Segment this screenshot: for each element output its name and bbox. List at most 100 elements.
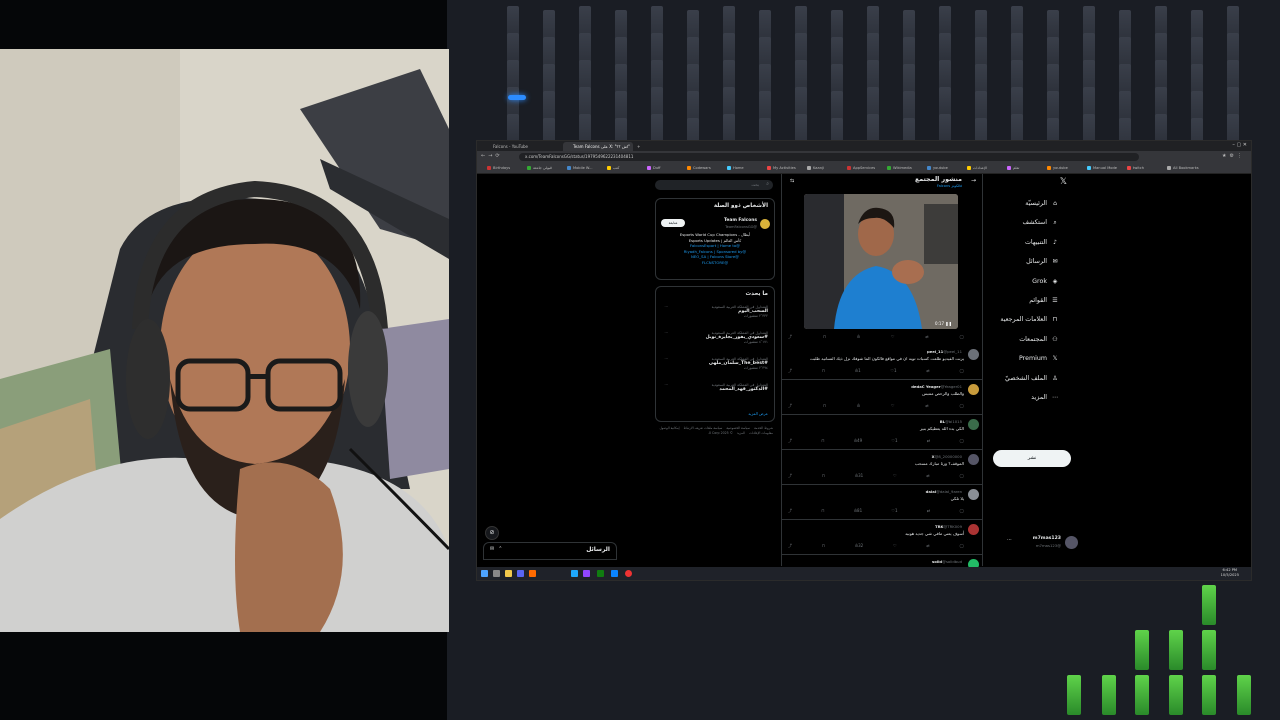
bookmark-item[interactable]: Wikimedia <box>887 164 912 172</box>
reply-item[interactable]: dedaC Yeager@Yeager01 والطلب والرحص متتبس… <box>782 379 982 415</box>
footer-link[interactable]: شروط الخدمة <box>754 426 773 430</box>
follow-button[interactable]: متابعة <box>661 219 685 227</box>
reply-avatar[interactable] <box>968 419 979 430</box>
reply-icon[interactable]: ◯ <box>959 334 963 340</box>
discord-icon[interactable] <box>517 570 524 577</box>
reply-avatar[interactable] <box>968 454 979 465</box>
edge-icon[interactable] <box>611 570 618 577</box>
filter-icon[interactable]: ⇆ <box>790 178 794 184</box>
nav-item[interactable]: ♙ الملف الشخصيّ <box>1005 375 1059 382</box>
trend-item[interactable]: المتداول في المملكة العربية السعودية السح… <box>664 305 768 318</box>
obs-icon[interactable] <box>625 570 632 577</box>
twitch-icon[interactable] <box>583 570 590 577</box>
trend-more-icon[interactable]: ⋯ <box>664 357 668 361</box>
show-more-link[interactable]: عرض المزيد <box>748 411 768 416</box>
nav-item[interactable]: ◈ Grok <box>1032 278 1059 285</box>
bookmark-item[interactable]: twitch <box>1127 164 1144 172</box>
like-icon[interactable]: ♡1 <box>891 508 897 514</box>
footer-link[interactable]: إمكانية الوصول <box>659 426 679 430</box>
reply-name[interactable]: TRK <box>935 524 943 529</box>
video-controls[interactable]: 0:17 ❚❚ <box>935 321 952 326</box>
views-icon[interactable]: ılı32 <box>855 543 863 549</box>
nav-item[interactable]: ⌕ استكشف <box>1022 219 1059 227</box>
bookmark-item[interactable]: Mobile W... <box>567 164 593 172</box>
post-video[interactable]: 0:17 ❚❚ <box>804 194 958 329</box>
reply-avatar[interactable] <box>968 384 979 395</box>
views-icon[interactable]: ılı <box>857 334 860 340</box>
reply-icon[interactable]: ◯ <box>959 403 963 409</box>
reply-name[interactable]: dalal <box>926 489 936 494</box>
clock[interactable]: 6:42 PM 10/5/2025 <box>1221 568 1239 578</box>
post-button[interactable]: نشر <box>993 450 1071 467</box>
bookmark-item[interactable]: تعلم <box>1007 164 1019 172</box>
reply-name[interactable]: peel_11 <box>927 349 943 354</box>
views-icon[interactable]: ılı49 <box>854 438 862 444</box>
trend-more-icon[interactable]: ⋯ <box>664 331 668 335</box>
like-icon[interactable]: ♡ <box>891 403 895 409</box>
reply-icon[interactable]: ◯ <box>959 508 963 514</box>
reply-icon[interactable]: ◯ <box>960 473 964 479</box>
tab-youtube[interactable]: Falcons - YouTube <box>483 142 563 151</box>
reply-item[interactable]: X@8_20000000 الموقف؟ ورثا مبارك مسحب ⤴ ⊓ ılı… <box>782 449 982 485</box>
reply-icon[interactable]: ◯ <box>960 368 964 374</box>
like-icon[interactable]: ♡1 <box>891 438 897 444</box>
reply-icon[interactable]: ◯ <box>959 438 963 444</box>
trend-item[interactable]: المتداول في المملكة العربية السعودية #الد… <box>664 383 768 392</box>
trend-more-icon[interactable]: ⋯ <box>664 305 668 309</box>
reply-item[interactable]: BL@bl1015 الكي بدء الله يعطيكم بنير ⤴ ⊓ ılı4… <box>782 414 982 450</box>
extension-icons[interactable]: ★⚙⋮ <box>1222 153 1245 159</box>
profile-avatar[interactable] <box>760 219 770 229</box>
share-icon[interactable]: ⤴ <box>788 543 792 549</box>
footer-link[interactable]: معلومات الإعلانات <box>749 431 773 435</box>
share-icon[interactable]: ⤴ <box>788 438 792 444</box>
start-icon[interactable] <box>481 570 488 577</box>
account-switcher[interactable]: m7mas123 @m7mas123 ⋯ <box>1007 534 1078 554</box>
nav-item[interactable]: ⋯ المزيد <box>1031 394 1059 401</box>
bookmark-action-icon[interactable]: ⊓ <box>821 508 824 514</box>
reply-item[interactable]: peel_11@peel_11 يرنت الفيديو طلعت كسبات ت… <box>782 344 982 380</box>
like-icon[interactable]: ♡1 <box>890 368 896 374</box>
bookmark-item[interactable]: youtube <box>1047 164 1068 172</box>
repost-icon[interactable]: ⇄ <box>926 473 929 479</box>
nav-item[interactable]: ☰ القوائم <box>1029 297 1059 304</box>
views-icon[interactable]: ılı31 <box>855 473 863 479</box>
nav-buttons[interactable]: ←→⟳ <box>481 153 503 159</box>
repost-icon[interactable]: ⇄ <box>927 438 930 444</box>
share-icon[interactable]: ⤴ <box>788 508 792 514</box>
bookmark-item[interactable]: Duff <box>647 164 661 172</box>
nav-item[interactable]: ⚇ المجتمعات <box>1019 336 1059 343</box>
bookmark-item[interactable]: Kaanji <box>807 164 824 172</box>
profile-name[interactable]: Team Falcons <box>724 218 757 223</box>
bookmark-item[interactable]: كتب <box>607 164 619 172</box>
repost-icon[interactable]: ⇄ <box>927 508 930 514</box>
like-icon[interactable]: ♡ <box>893 473 897 479</box>
bookmark-item[interactable]: All Bookmarks <box>1167 164 1199 172</box>
bookmark-item[interactable]: AppServices <box>847 164 875 172</box>
app-icon[interactable] <box>571 570 578 577</box>
bookmark-item[interactable]: الإعدادات <box>967 164 987 172</box>
nav-item[interactable]: ✉ الرسائل <box>1026 258 1059 265</box>
reply-name[interactable]: dedaC Yeager <box>911 384 940 389</box>
bookmark-item[interactable]: My Activities <box>767 164 796 172</box>
grok-float-icon[interactable]: ⊘ <box>485 526 499 540</box>
bookmark-item[interactable]: Home <box>727 164 744 172</box>
views-icon[interactable]: ılı1 <box>855 368 861 374</box>
share-icon[interactable]: ⤴ <box>788 403 792 409</box>
footer-link[interactable]: © 2025 X Corp. <box>708 431 733 435</box>
x-logo-icon[interactable]: 𝕏 <box>1060 177 1067 187</box>
bookmark-item[interactable]: Birthdays <box>487 164 510 172</box>
nav-item[interactable]: ⊓ العلامات المرجعية <box>1000 316 1059 323</box>
reply-item[interactable]: dalal@dalaI_9aren يلا تلكي ⤴ ⊓ ılı81 ♡1 ⇄ ◯ <box>782 484 982 520</box>
new-tab-button[interactable]: + <box>635 142 645 151</box>
share-icon[interactable]: ⤴ <box>788 473 792 479</box>
nav-item[interactable]: ♪ التنبيهات <box>1025 239 1059 246</box>
footer-link[interactable]: سياسة الخصوصية <box>726 426 750 430</box>
reply-avatar[interactable] <box>968 489 979 500</box>
repost-icon[interactable]: ⇄ <box>926 543 929 549</box>
trend-item[interactable]: المتداول في المملكة العربية السعودية #سعو… <box>664 331 768 344</box>
bookmark-item[interactable]: youtube <box>927 164 948 172</box>
bookmark-action-icon[interactable]: ⊓ <box>823 403 826 409</box>
repost-icon[interactable]: ⇄ <box>925 334 928 340</box>
bookmark-item[interactable]: Manual Mode <box>1087 164 1117 172</box>
drawer-expand-icon[interactable]: ⌃✉ <box>490 546 506 552</box>
